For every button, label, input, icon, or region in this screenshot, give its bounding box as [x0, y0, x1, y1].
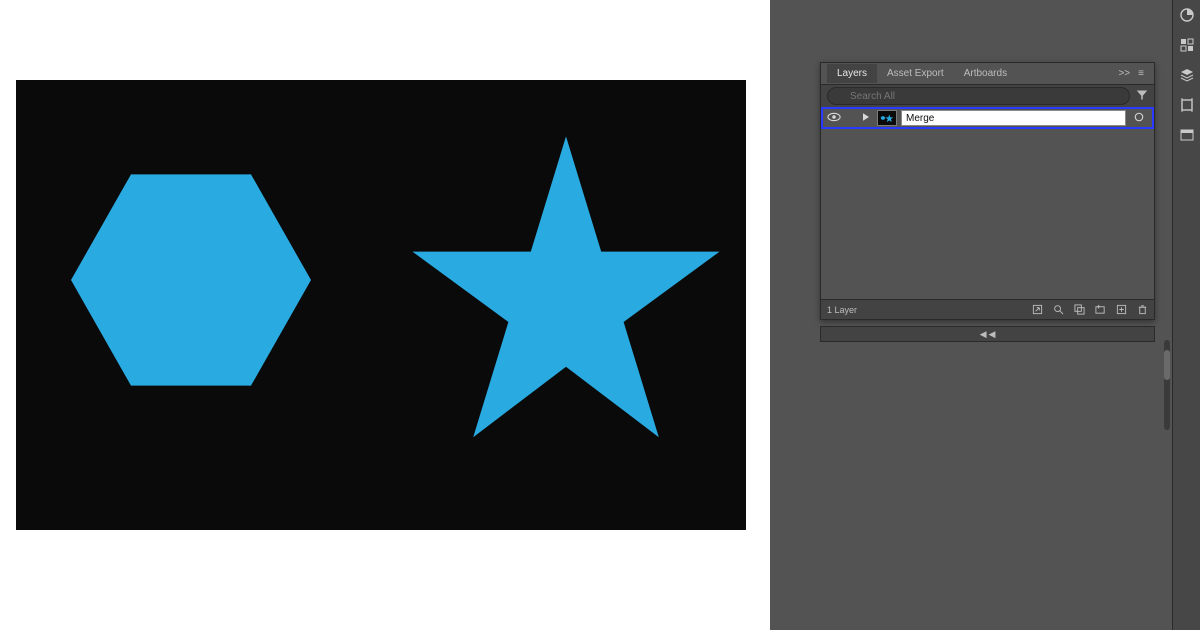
- layer-row[interactable]: [821, 107, 1154, 129]
- side-area: Layers Asset Export Artboards >> ≡: [770, 0, 1200, 630]
- tab-layers[interactable]: Layers: [827, 64, 877, 83]
- chevron-left-icon: ◀: [980, 329, 987, 340]
- eye-icon: [827, 112, 841, 125]
- layers-panel: Layers Asset Export Artboards >> ≡: [820, 62, 1155, 320]
- canvas-pane[interactable]: [0, 0, 770, 630]
- locate-icon[interactable]: [1053, 304, 1064, 315]
- libraries-icon[interactable]: [1178, 126, 1196, 144]
- twirl-toggle[interactable]: [859, 113, 873, 124]
- layer-list[interactable]: [821, 107, 1154, 299]
- layer-count-label: 1 Layer: [827, 305, 857, 315]
- panel-footer: 1 Layer: [821, 299, 1154, 319]
- panel-tabs: Layers Asset Export Artboards >> ≡: [821, 63, 1154, 85]
- dock-column: [1172, 0, 1200, 630]
- new-sublayer-icon[interactable]: [1095, 304, 1106, 315]
- artboards-icon[interactable]: [1178, 96, 1196, 114]
- trash-icon[interactable]: [1137, 304, 1148, 315]
- layer-name-input[interactable]: [901, 110, 1126, 126]
- panel-collapse-bar[interactable]: ◀ ◀: [820, 326, 1155, 342]
- vertical-scrollbar[interactable]: [1164, 340, 1170, 430]
- panel-search-bar: [821, 85, 1154, 107]
- color-icon[interactable]: [1178, 6, 1196, 24]
- visibility-toggle[interactable]: [823, 112, 845, 125]
- circle-target-icon: [1134, 112, 1144, 125]
- panel-menu-icon[interactable]: ≡: [1134, 68, 1148, 79]
- chevron-right-icon: [863, 113, 869, 124]
- search-input[interactable]: [827, 87, 1130, 105]
- new-layer-icon[interactable]: [1116, 304, 1127, 315]
- hexagon-shape[interactable]: [56, 160, 326, 400]
- tab-artboards[interactable]: Artboards: [954, 64, 1017, 83]
- layers-icon[interactable]: [1178, 66, 1196, 84]
- export-icon[interactable]: [1032, 304, 1043, 315]
- swatches-icon[interactable]: [1178, 36, 1196, 54]
- filter-icon[interactable]: [1136, 89, 1148, 104]
- target-button[interactable]: [1126, 112, 1152, 125]
- layer-thumbnail[interactable]: [877, 110, 897, 126]
- tabs-more-icon[interactable]: >>: [1114, 68, 1134, 79]
- chevron-left-icon: ◀: [989, 329, 996, 340]
- artboard[interactable]: [16, 80, 746, 530]
- tab-asset-export[interactable]: Asset Export: [877, 64, 954, 83]
- clip-mask-icon[interactable]: [1074, 304, 1085, 315]
- star-shape[interactable]: [396, 130, 736, 450]
- document-paper: [0, 0, 770, 630]
